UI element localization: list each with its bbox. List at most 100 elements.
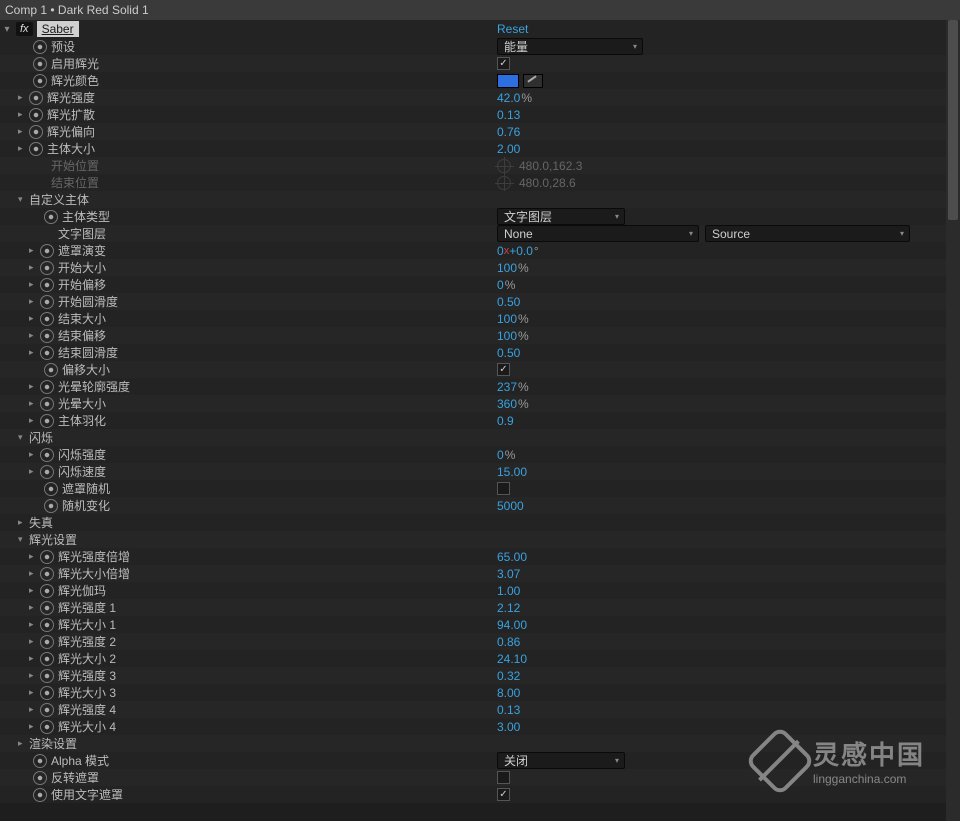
value-text[interactable]: 94.00 [497,618,527,632]
stopwatch-icon[interactable] [40,601,54,615]
value-text[interactable]: +0.0 [509,244,533,258]
use-text-mask-checkbox[interactable] [497,788,510,801]
value-text[interactable]: 0.50 [497,346,520,360]
stopwatch-icon[interactable] [40,550,54,564]
stopwatch-icon[interactable] [29,91,43,105]
value-text[interactable]: 0 [497,448,504,462]
twirl-icon[interactable] [29,279,40,290]
value-text[interactable]: 5000 [497,499,524,513]
stopwatch-icon[interactable] [40,635,54,649]
twirl-icon[interactable] [29,687,40,698]
value-text[interactable]: 100 [497,329,517,343]
twirl-icon[interactable] [29,653,40,664]
stopwatch-icon[interactable] [40,669,54,683]
value-text[interactable]: 0.13 [497,108,520,122]
twirl-icon[interactable] [29,330,40,341]
twirl-icon[interactable] [18,534,29,545]
stopwatch-icon[interactable] [44,363,58,377]
twirl-icon[interactable] [29,381,40,392]
twirl-icon[interactable] [29,347,40,358]
twirl-icon[interactable] [18,143,29,154]
source-select[interactable]: Source [705,225,910,242]
stopwatch-icon[interactable] [33,754,47,768]
twirl-icon[interactable] [29,296,40,307]
stopwatch-icon[interactable] [44,499,58,513]
stopwatch-icon[interactable] [40,584,54,598]
vertical-scrollbar[interactable] [946,20,960,821]
stopwatch-icon[interactable] [40,652,54,666]
value-text[interactable]: 42.0 [497,91,520,105]
twirl-icon[interactable] [29,636,40,647]
twirl-icon[interactable] [18,432,29,443]
twirl-icon[interactable] [29,262,40,273]
value-text[interactable]: 100 [497,312,517,326]
value-text[interactable]: 3.00 [497,720,520,734]
twirl-icon[interactable] [29,551,40,562]
value-text[interactable]: 1.00 [497,584,520,598]
value-text[interactable]: 15.00 [497,465,527,479]
twirl-icon[interactable] [18,92,29,103]
eyedropper-icon[interactable] [523,74,543,88]
stopwatch-icon[interactable] [40,567,54,581]
value-text[interactable]: 0.13 [497,703,520,717]
twirl-icon[interactable] [29,466,40,477]
reset-link[interactable]: Reset [497,22,528,36]
mask-random-checkbox[interactable] [497,482,510,495]
stopwatch-icon[interactable] [40,261,54,275]
stopwatch-icon[interactable] [29,142,43,156]
stopwatch-icon[interactable] [33,771,47,785]
stopwatch-icon[interactable] [40,312,54,326]
stopwatch-icon[interactable] [40,380,54,394]
scrollbar-thumb[interactable] [948,20,958,220]
twirl-icon[interactable] [29,619,40,630]
value-text[interactable]: 0.32 [497,669,520,683]
stopwatch-icon[interactable] [40,686,54,700]
fx-badge[interactable]: fx [16,22,33,36]
twirl-icon[interactable] [18,517,29,528]
twirl-icon[interactable] [29,415,40,426]
stopwatch-icon[interactable] [40,278,54,292]
value-text[interactable]: 0.86 [497,635,520,649]
alpha-mode-select[interactable]: 关闭 [497,752,625,769]
value-text[interactable]: 24.10 [497,652,527,666]
preset-select[interactable]: 能量 [497,38,643,55]
twirl-icon[interactable] [29,398,40,409]
stopwatch-icon[interactable] [33,57,47,71]
twirl-icon[interactable] [29,704,40,715]
stopwatch-icon[interactable] [44,482,58,496]
twirl-icon[interactable] [29,670,40,681]
value-text[interactable]: 0.9 [497,414,514,428]
twirl-icon[interactable] [29,585,40,596]
twirl-icon[interactable] [18,194,29,205]
value-text[interactable]: 0 [497,244,504,258]
stopwatch-icon[interactable] [33,74,47,88]
value-text[interactable]: 65.00 [497,550,527,564]
core-type-select[interactable]: 文字图层 [497,208,625,225]
stopwatch-icon[interactable] [40,295,54,309]
fx-twirl[interactable] [2,24,12,34]
twirl-icon[interactable] [18,109,29,120]
twirl-icon[interactable] [18,126,29,137]
value-text[interactable]: 2.12 [497,601,520,615]
enable-glow-checkbox[interactable] [497,57,510,70]
value-text[interactable]: 3.07 [497,567,520,581]
twirl-icon[interactable] [29,449,40,460]
value-text[interactable]: 2.00 [497,142,520,156]
stopwatch-icon[interactable] [40,465,54,479]
stopwatch-icon[interactable] [40,346,54,360]
twirl-icon[interactable] [29,245,40,256]
stopwatch-icon[interactable] [40,618,54,632]
stopwatch-icon[interactable] [29,125,43,139]
offset-size-checkbox[interactable] [497,363,510,376]
twirl-icon[interactable] [29,721,40,732]
effect-name[interactable]: Saber [37,21,79,37]
value-text[interactable]: 0.50 [497,295,520,309]
glow-color-swatch[interactable] [497,74,519,88]
stopwatch-icon[interactable] [40,329,54,343]
stopwatch-icon[interactable] [40,414,54,428]
value-text[interactable]: 360 [497,397,517,411]
stopwatch-icon[interactable] [40,703,54,717]
value-text[interactable]: 8.00 [497,686,520,700]
stopwatch-icon[interactable] [40,397,54,411]
invert-mask-checkbox[interactable] [497,771,510,784]
